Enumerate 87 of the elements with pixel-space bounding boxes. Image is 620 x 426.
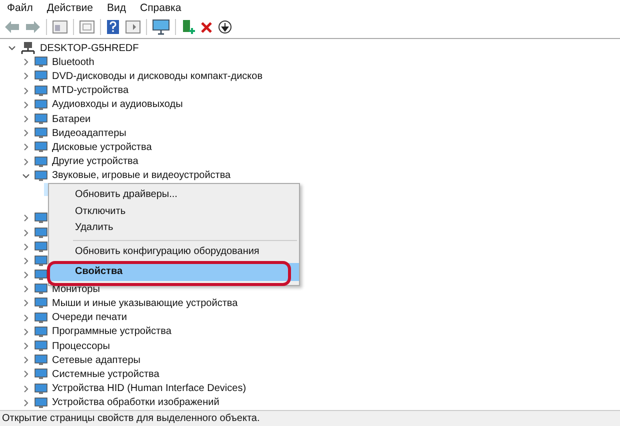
chevron-right-icon[interactable] [22,228,30,237]
download-circle-icon[interactable] [218,20,232,34]
tree-item[interactable]: Мониторы [52,284,100,295]
device-icon [34,127,48,140]
device-icon [34,326,48,338]
device-icon [34,297,48,310]
menu-item[interactable]: Обновить конфигурацию оборудования [49,244,299,260]
device-icon [34,240,48,253]
device-icon [34,113,48,126]
chevron-right-icon[interactable] [22,285,30,294]
device-icon [34,226,48,239]
chevron-right-icon[interactable] [22,370,30,378]
chevron-right-icon[interactable] [22,256,30,265]
device-icon [34,254,48,267]
tree-item[interactable]: Другие устройства [52,156,138,168]
menu-item[interactable]: Свойства [49,263,299,281]
forward-arrow-icon[interactable] [25,20,41,34]
chevron-right-icon[interactable] [22,314,30,322]
device-icon [34,98,48,111]
chevron-right-icon[interactable] [22,299,30,308]
chevron-right-icon[interactable] [22,129,30,138]
status-text: Открытие страницы свойств для выделенного объекта. [0,410,620,426]
tree-item[interactable]: Системные устройства [52,368,160,380]
device-icon [34,84,48,97]
menu-item[interactable]: Справка [135,2,190,14]
chevron-right-icon[interactable] [22,115,30,124]
help-icon[interactable] [106,19,120,35]
tree-item[interactable]: Аудиовходы и аудиовыходы [52,99,183,110]
window-icon[interactable] [52,20,68,34]
panel-icon[interactable] [79,20,95,34]
device-icon [34,212,48,224]
computer-icon [20,41,36,56]
tree-item[interactable]: Устройства обработки изображений [52,397,220,408]
chevron-right-icon[interactable] [22,72,30,80]
back-arrow-icon[interactable] [4,20,20,34]
menu-item[interactable]: Обновить драйверы... [49,187,299,204]
tree-item[interactable]: MTD-устройства [52,85,129,96]
device-icon [34,368,48,380]
menu-item[interactable]: Вид [102,2,135,14]
tree-item[interactable]: DVD-дисководы и дисководы компакт-дисков [52,70,263,82]
device-icon [34,354,48,366]
view-icon[interactable] [125,20,141,34]
device-icon [34,170,48,182]
chevron-right-icon[interactable] [22,58,30,66]
device-icon [34,382,48,395]
tree-item[interactable]: Сетевые адаптеры [52,354,140,366]
chevron-right-icon[interactable] [22,398,30,407]
device-icon [34,283,48,296]
close-icon[interactable] [200,20,213,34]
chevron-right-icon[interactable] [22,242,30,251]
menu-item[interactable]: Файл [2,2,42,14]
chevron-down-icon[interactable] [8,44,16,52]
tree-item[interactable]: Дисковые устройства [52,142,152,153]
chevron-right-icon[interactable] [22,342,30,350]
chevron-right-icon[interactable] [22,356,30,364]
menu-item[interactable]: Отключить [49,204,299,220]
device-icon [34,269,48,282]
chevron-right-icon[interactable] [22,328,30,336]
tree-item[interactable]: Звуковые, игровые и видеоустройства [52,170,231,182]
device-icon [34,70,48,82]
device-icon [34,56,48,68]
tree-item[interactable]: Устройства HID (Human Interface Devices) [52,383,246,394]
tree-item[interactable]: Батареи [52,114,91,125]
tree-item[interactable]: DESKTOP-G5HREDF [40,42,139,54]
chevron-right-icon[interactable] [22,271,30,280]
chevron-right-icon[interactable] [22,143,30,152]
chevron-right-icon[interactable] [22,86,30,95]
monitor-icon[interactable] [152,19,170,35]
tree-item[interactable]: Программные устройства [52,326,172,338]
tree-item[interactable]: Очереди печати [52,312,128,324]
menu-item[interactable]: Действие [42,2,102,14]
chevron-right-icon[interactable] [22,158,30,166]
chevron-right-icon[interactable] [22,100,30,109]
tree-item[interactable]: Bluetooth [52,56,94,68]
device-icon [34,396,48,409]
device-plus-icon[interactable] [181,19,195,35]
device-icon [34,156,48,168]
device-icon [34,141,48,154]
device-icon [34,340,48,352]
chevron-down-icon[interactable] [22,172,30,180]
chevron-right-icon[interactable] [22,214,30,222]
menu-item[interactable]: Удалить [49,220,299,236]
tree-item[interactable]: Видеоадаптеры [52,128,126,139]
tree-item[interactable]: Процессоры [52,340,110,352]
chevron-right-icon[interactable] [22,384,30,393]
device-icon [34,312,48,324]
tree-item[interactable]: Мыши и иные указывающие устройства [52,298,238,309]
